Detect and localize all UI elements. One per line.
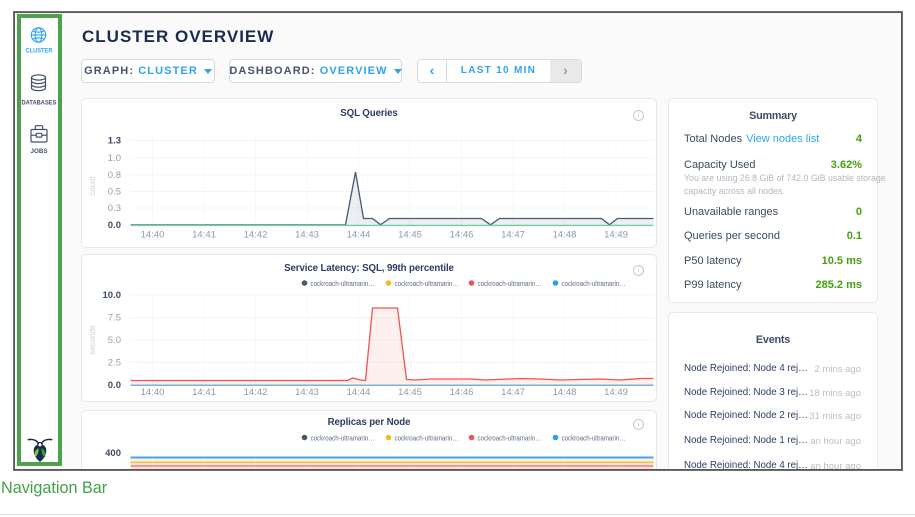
svg-text:14:41: 14:41: [192, 387, 216, 398]
svg-text:seconds: seconds: [88, 325, 97, 355]
svg-text:count: count: [88, 175, 97, 195]
svg-text:cockroach-ultramarin…: cockroach-ultramarin…: [562, 434, 626, 443]
svg-text:14:45: 14:45: [398, 230, 422, 241]
svg-text:14:40: 14:40: [141, 387, 165, 398]
svg-text:cockroach-ultramarin…: cockroach-ultramarin…: [562, 279, 626, 288]
svg-text:14:49: 14:49: [604, 230, 628, 241]
svg-text:JOBS: JOBS: [31, 148, 49, 155]
svg-text:cockroach-ultramarin…: cockroach-ultramarin…: [478, 279, 542, 288]
svg-text:1.0: 1.0: [108, 153, 121, 164]
svg-text:10.0: 10.0: [103, 290, 122, 301]
svg-text:2.5: 2.5: [108, 358, 121, 369]
svg-text:cockroach-ultramarin…: cockroach-ultramarin…: [478, 434, 542, 443]
svg-text:14:42: 14:42: [244, 387, 268, 398]
svg-text:DATABASES: DATABASES: [22, 100, 58, 107]
svg-text:0.0: 0.0: [108, 380, 121, 391]
svg-text:0.3: 0.3: [108, 203, 121, 214]
svg-text:cockroach-ultramarin…: cockroach-ultramarin…: [395, 434, 459, 443]
svg-text:5.0: 5.0: [108, 335, 121, 346]
svg-text:14:43: 14:43: [295, 387, 319, 398]
svg-text:cockroach-ultramarin…: cockroach-ultramarin…: [395, 279, 459, 288]
svg-text:14:44: 14:44: [347, 230, 371, 241]
svg-text:cockroach-ultramarin…: cockroach-ultramarin…: [311, 279, 375, 288]
svg-text:14:46: 14:46: [450, 387, 474, 398]
svg-text:0.8: 0.8: [108, 170, 121, 181]
svg-text:cockroach-ultramarin…: cockroach-ultramarin…: [311, 434, 375, 443]
svg-text:0.0: 0.0: [108, 220, 121, 231]
svg-text:14:48: 14:48: [553, 387, 577, 398]
svg-text:0.5: 0.5: [108, 187, 121, 198]
svg-text:14:48: 14:48: [553, 230, 577, 241]
svg-text:CLUSTER: CLUSTER: [26, 48, 53, 55]
svg-text:400: 400: [105, 448, 121, 459]
svg-text:14:46: 14:46: [450, 230, 474, 241]
svg-text:14:41: 14:41: [192, 230, 216, 241]
svg-text:14:44: 14:44: [347, 387, 371, 398]
svg-text:14:47: 14:47: [501, 230, 525, 241]
svg-text:1.3: 1.3: [108, 136, 121, 147]
svg-text:14:49: 14:49: [604, 387, 628, 398]
svg-text:14:40: 14:40: [141, 230, 165, 241]
svg-text:7.5: 7.5: [108, 313, 121, 324]
svg-text:14:43: 14:43: [295, 230, 319, 241]
svg-text:14:47: 14:47: [501, 387, 525, 398]
svg-text:14:45: 14:45: [398, 387, 422, 398]
svg-text:14:42: 14:42: [244, 230, 268, 241]
